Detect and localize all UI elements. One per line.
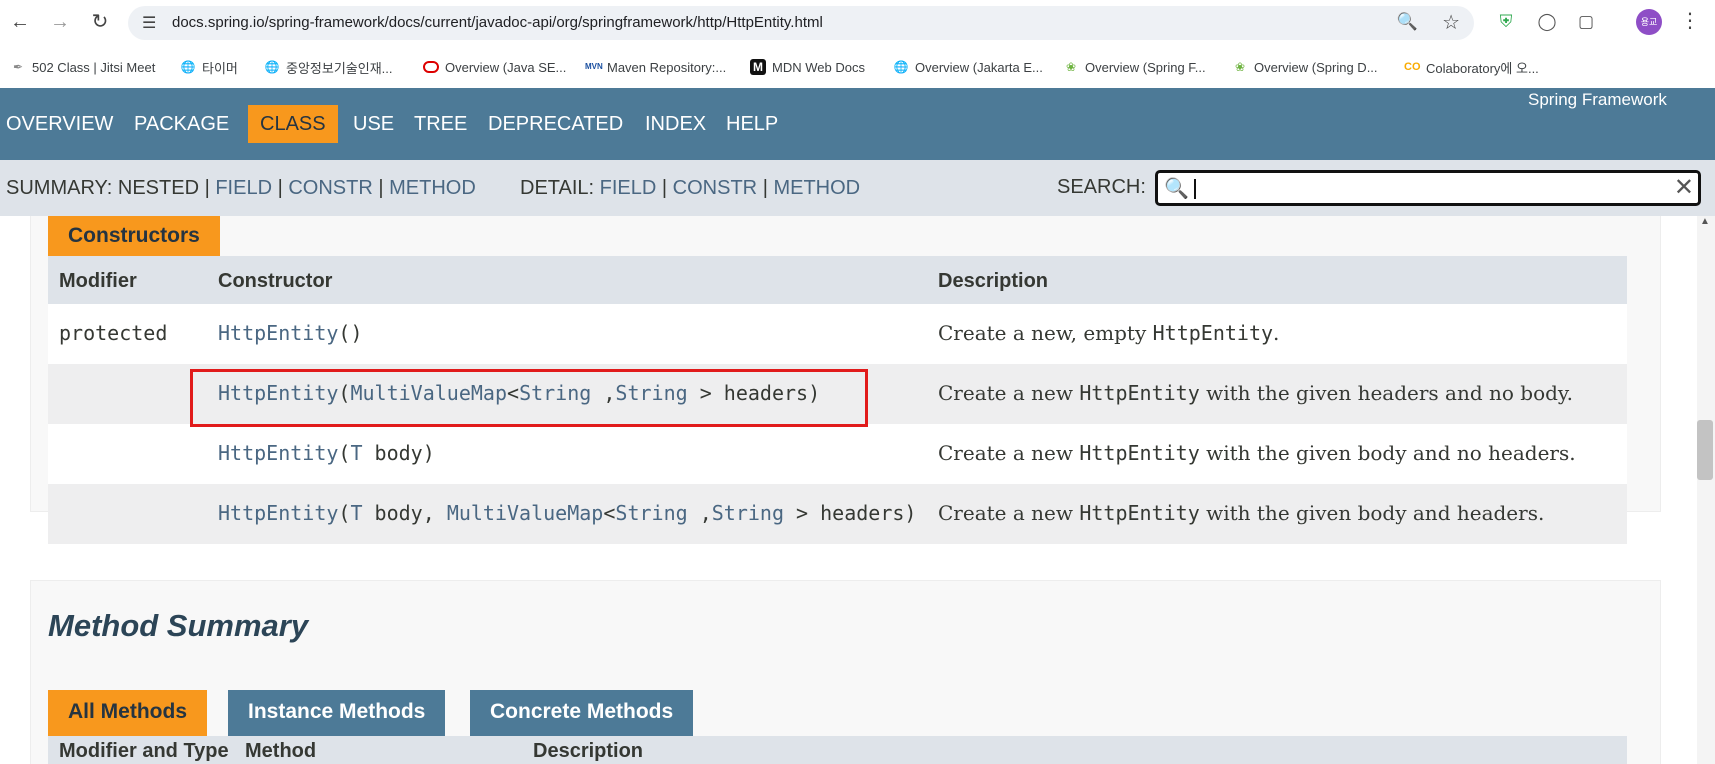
search-icon: 🔍 [1164, 178, 1189, 200]
zoom-icon[interactable]: 🔍 [1397, 12, 1418, 32]
summary-method-link[interactable]: METHOD [389, 177, 476, 199]
site-info-icon[interactable]: ☰ [142, 13, 156, 33]
nav-overview[interactable]: OVERVIEW [6, 105, 113, 143]
table-row: HttpEntity(T body, MultiValueMap<String … [48, 484, 1627, 544]
tab-instance-methods[interactable]: Instance Methods [228, 690, 446, 736]
extension-circle-icon[interactable]: ◯ [1535, 10, 1559, 34]
javadoc-top-nav: OVERVIEW PACKAGE CLASS USE TREE DEPRECAT… [0, 88, 1715, 160]
constructor-link[interactable]: HttpEntity [218, 321, 338, 345]
oracle-icon [423, 61, 439, 73]
bookmark-item[interactable]: 🌐 중앙정보기술인재... [264, 56, 393, 78]
spring-icon: ❀ [1234, 60, 1246, 74]
nav-use[interactable]: USE [353, 105, 394, 143]
bookmark-item[interactable]: MVN Maven Repository:... [585, 56, 726, 78]
highlight-annotation-box [190, 369, 868, 427]
summary-field-link[interactable]: FIELD [215, 177, 272, 199]
bookmark-item[interactable]: 🌐 타이머 [180, 56, 238, 78]
detail-method-link[interactable]: METHOD [773, 177, 860, 199]
browser-menu-icon[interactable]: ⋮ [1680, 8, 1700, 33]
javadoc-sub-nav: SUMMARY: NESTED | FIELD | CONSTR | METHO… [0, 160, 1715, 216]
mdn-icon: M [750, 59, 766, 75]
bookmark-item[interactable]: ❀ Overview (Spring F... [1063, 56, 1206, 78]
colab-icon: CO [1404, 61, 1421, 73]
reload-icon[interactable]: ↻ [86, 8, 114, 36]
type-link[interactable]: String [712, 501, 784, 525]
method-table-header: Modifier and Type Method Description [48, 736, 1627, 764]
type-link[interactable]: T [350, 441, 362, 465]
summary-links: SUMMARY: NESTED | FIELD | CONSTR | METHO… [6, 177, 476, 199]
constructor-link[interactable]: HttpEntity [218, 441, 338, 465]
bookmark-item[interactable]: M MDN Web Docs [750, 56, 865, 78]
bookmark-item[interactable]: 🌐 Overview (Jakarta E... [893, 56, 1043, 78]
shield-extension-icon[interactable]: ⛨ [1494, 10, 1518, 34]
maven-icon: MVN [585, 62, 603, 71]
method-summary-title: Method Summary [48, 608, 309, 643]
table-row: HttpEntity(T body) Create a new HttpEnti… [48, 424, 1627, 484]
nav-tree[interactable]: TREE [414, 105, 467, 143]
type-link[interactable]: T [350, 501, 362, 525]
profile-avatar[interactable]: 용교 [1636, 9, 1662, 35]
constructor-link[interactable]: HttpEntity [218, 501, 338, 525]
jitsi-icon: ✒ [12, 60, 24, 74]
constructors-caption: Constructors [48, 216, 220, 258]
nav-class[interactable]: CLASS [248, 105, 338, 143]
detail-constr-link[interactable]: CONSTR [673, 177, 757, 199]
url-text: docs.spring.io/spring-framework/docs/cur… [172, 14, 823, 31]
bookmark-star-icon[interactable]: ☆ [1442, 10, 1460, 35]
constructor-signature: HttpEntity(T body, MultiValueMap<String … [218, 501, 917, 525]
constructor-table-header: Modifier Constructor Description [48, 256, 1627, 304]
nav-index[interactable]: INDEX [645, 105, 706, 143]
constructor-description: Create a new HttpEntity with the given b… [938, 441, 1576, 465]
scroll-up-arrow-icon[interactable]: ▲ [1700, 216, 1710, 227]
browser-toolbar: ← → ↻ ☰ docs.spring.io/spring-framework/… [0, 0, 1715, 48]
forward-arrow-icon[interactable]: → [46, 8, 74, 36]
address-bar[interactable]: ☰ docs.spring.io/spring-framework/docs/c… [128, 6, 1474, 40]
search-input[interactable]: 🔍 ✕ [1155, 170, 1701, 206]
back-arrow-icon[interactable]: ← [6, 8, 34, 36]
text-caret [1194, 179, 1196, 199]
globe-icon: 🌐 [180, 60, 196, 74]
globe-icon: 🌐 [264, 60, 280, 74]
bookmark-item[interactable]: CO Colaboratory에 오... [1404, 56, 1539, 78]
bookmark-item[interactable]: ✒ 502 Class | Jitsi Meet [10, 56, 155, 78]
table-row: protected HttpEntity() Create a new, emp… [48, 304, 1627, 364]
nav-package[interactable]: PACKAGE [134, 105, 229, 143]
search-label: SEARCH: [1057, 176, 1146, 198]
constructor-description: Create a new HttpEntity with the given b… [938, 501, 1545, 525]
detail-links: DETAIL: FIELD | CONSTR | METHOD [520, 177, 861, 199]
constructor-description: Create a new HttpEntity with the given h… [938, 381, 1573, 405]
tab-all-methods[interactable]: All Methods [48, 690, 207, 736]
page-scrollbar[interactable] [1697, 216, 1715, 764]
clear-search-icon[interactable]: ✕ [1674, 173, 1694, 202]
nav-help[interactable]: HELP [726, 105, 778, 143]
tab-concrete-methods[interactable]: Concrete Methods [470, 690, 694, 736]
nav-deprecated[interactable]: DEPRECATED [488, 105, 623, 143]
bookmark-item[interactable]: ❀ Overview (Spring D... [1232, 56, 1378, 78]
bookmarks-bar: ✒ 502 Class | Jitsi Meet 🌐 타이머 🌐 중앙정보기술인재..… [0, 48, 1715, 88]
brand-label: Spring Framework [1528, 90, 1667, 109]
puzzle-extensions-icon[interactable]: ▢ [1574, 10, 1598, 34]
type-link[interactable]: String [615, 501, 687, 525]
bookmark-item[interactable]: Overview (Java SE... [423, 56, 566, 78]
constructor-description: Create a new, empty HttpEntity. [938, 321, 1280, 345]
summary-constr-link[interactable]: CONSTR [288, 177, 372, 199]
type-link[interactable]: MultiValueMap [447, 501, 604, 525]
detail-field-link[interactable]: FIELD [600, 177, 657, 199]
constructor-signature: HttpEntity(T body) [218, 441, 435, 465]
scrollbar-thumb[interactable] [1697, 420, 1713, 480]
globe-icon: 🌐 [893, 60, 909, 74]
spring-icon: ❀ [1065, 60, 1077, 74]
main-content: Constructors Modifier Constructor Descri… [0, 216, 1700, 764]
constructor-signature: HttpEntity() [218, 321, 363, 345]
